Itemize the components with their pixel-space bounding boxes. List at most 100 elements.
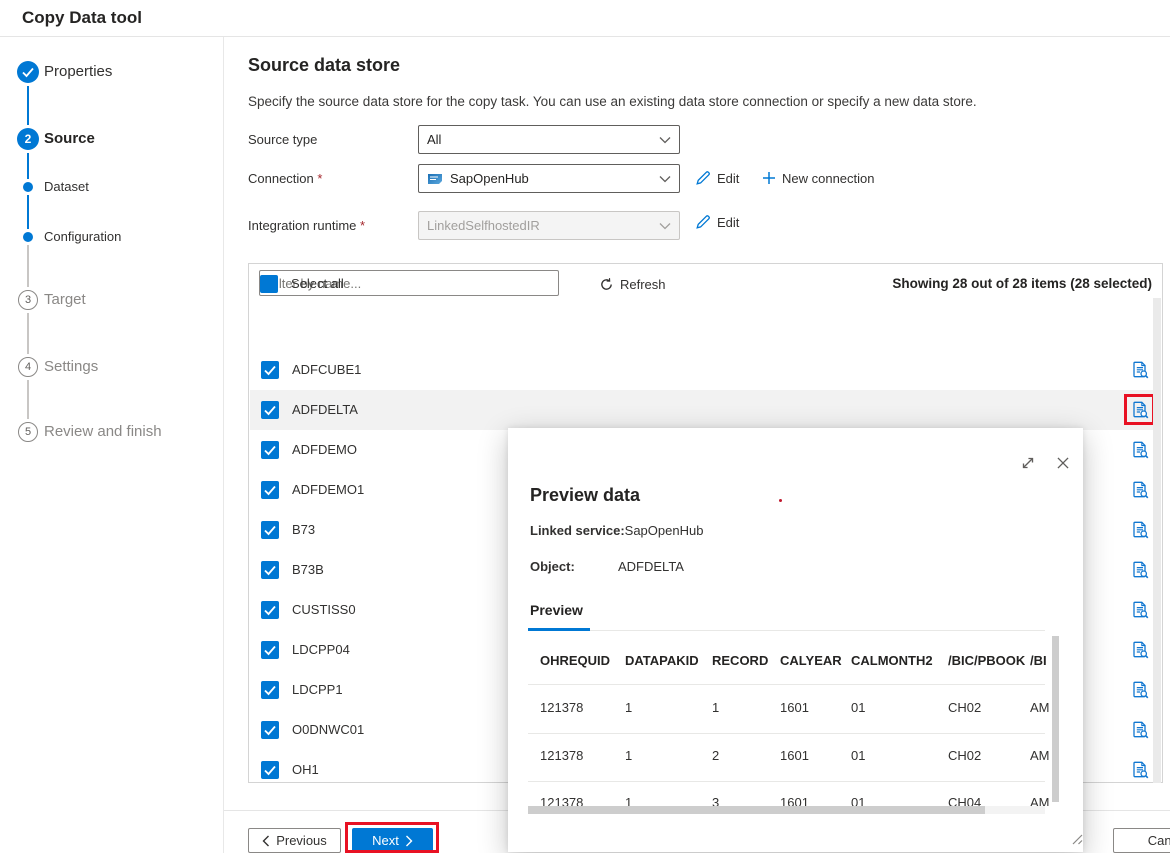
source-type-value: All (427, 132, 441, 147)
column-header: OHREQUID (540, 653, 620, 669)
step-marker-configuration[interactable] (23, 232, 33, 242)
new-connection-button[interactable]: New connection (762, 167, 875, 189)
sidebar-item-source[interactable]: Source (44, 128, 95, 150)
page-description: Specify the source data store for the co… (248, 94, 977, 109)
item-checkbox[interactable] (261, 721, 279, 739)
preview-data-icon (1130, 360, 1150, 380)
item-checkbox[interactable] (261, 681, 279, 699)
source-type-label: Source type (248, 132, 317, 147)
table-cell: CH02 (948, 748, 1025, 764)
connection-value: SapOpenHub (450, 171, 529, 186)
column-header: CALYEAR (780, 653, 846, 669)
sidebar-item-dataset[interactable]: Dataset (44, 176, 89, 198)
stray-dot (779, 499, 782, 502)
column-header: CALMONTH2 (851, 653, 943, 669)
step-marker-settings[interactable]: 4 (18, 357, 38, 377)
column-header: DATAPAKID (625, 653, 707, 669)
select-all-label: Select all (291, 276, 344, 291)
row-separator (528, 781, 1045, 782)
chevron-down-icon (659, 174, 671, 184)
item-checkbox[interactable] (261, 521, 279, 539)
table-cell: CH04 (948, 795, 1025, 806)
item-checkbox[interactable] (261, 601, 279, 619)
item-checkbox[interactable] (261, 561, 279, 579)
preview-data-icon (1130, 560, 1150, 580)
sidebar-item-target[interactable]: Target (44, 289, 86, 311)
preview-item-button[interactable] (1130, 480, 1150, 500)
resize-grip-icon[interactable] (1068, 830, 1084, 846)
table-cell: 01 (851, 795, 943, 806)
item-checkbox[interactable] (261, 361, 279, 379)
connection-select[interactable]: SapOpenHub (418, 164, 680, 193)
preview-item-button[interactable] (1130, 680, 1150, 700)
step-connector (27, 195, 29, 229)
preview-data-icon (1130, 640, 1150, 660)
preview-item-button[interactable] (1130, 560, 1150, 580)
preview-item-button[interactable] (1130, 360, 1150, 380)
item-checkbox[interactable] (261, 401, 279, 419)
tab-preview[interactable]: Preview (530, 602, 583, 618)
source-type-select[interactable]: All (418, 125, 680, 154)
cancel-button[interactable]: Cancel (1113, 828, 1170, 853)
preview-item-button[interactable] (1130, 520, 1150, 540)
expand-dialog-icon[interactable] (1019, 454, 1037, 472)
table-cell: 01 (851, 700, 943, 716)
step-marker-properties[interactable] (17, 61, 39, 83)
sap-bw-connector-icon (427, 172, 443, 185)
object-row: Object:ADFDELTA (530, 559, 684, 574)
preview-data-icon (1130, 680, 1150, 700)
chevron-left-icon (262, 835, 270, 847)
step-marker-dataset[interactable] (23, 182, 33, 192)
table-cell: 1601 (780, 748, 846, 764)
list-vertical-scrollbar[interactable] (1153, 298, 1161, 783)
preview-item-button[interactable] (1130, 600, 1150, 620)
sidebar-item-settings[interactable]: Settings (44, 356, 98, 378)
edit-integration-runtime-button[interactable]: Edit (695, 211, 739, 233)
sidebar-item-review-and-finish[interactable]: Review and finish (44, 421, 162, 443)
step-marker-review-and-finish[interactable]: 5 (18, 422, 38, 442)
item-checkbox[interactable] (261, 641, 279, 659)
preview-item-button[interactable] (1130, 760, 1150, 780)
preview-data-icon (1130, 440, 1150, 460)
step-marker-source[interactable]: 2 (17, 128, 39, 150)
preview-data-icon (1130, 720, 1150, 740)
preview-data-icon (1130, 600, 1150, 620)
item-label: ADFDELTA (292, 402, 358, 417)
preview-data-icon (1130, 520, 1150, 540)
integration-runtime-select: LinkedSelfhostedIR (418, 211, 680, 240)
step-marker-target[interactable]: 3 (18, 290, 38, 310)
item-label: ADFCUBE1 (292, 362, 361, 377)
close-dialog-icon[interactable] (1054, 454, 1072, 472)
table-cell: CH02 (948, 700, 1025, 716)
preview-table-horizontal-scrollbar[interactable] (528, 806, 985, 814)
table-cell: AM (1030, 795, 1052, 806)
checkmark-icon (261, 401, 279, 419)
checkmark-icon (19, 63, 37, 81)
item-checkbox[interactable] (261, 481, 279, 499)
item-checkbox[interactable] (261, 441, 279, 459)
preview-item-button[interactable] (1130, 440, 1150, 460)
linked-service-value: SapOpenHub (625, 523, 704, 538)
chevron-down-icon (659, 221, 671, 231)
preview-item-button[interactable] (1130, 720, 1150, 740)
table-cell: 1 (625, 748, 707, 764)
chevron-down-icon (659, 135, 671, 145)
select-all-checkbox[interactable] (260, 275, 278, 293)
checkmark-icon (261, 761, 279, 779)
row-separator (528, 733, 1045, 734)
item-label: B73 (292, 522, 315, 537)
table-cell: 1 (625, 700, 707, 716)
checkmark-icon (261, 441, 279, 459)
table-cell: 121378 (540, 748, 620, 764)
preview-item-button[interactable] (1130, 640, 1150, 660)
tab-bar-line (528, 630, 1045, 631)
table-cell: 1601 (780, 795, 846, 806)
previous-button[interactable]: Previous (248, 828, 341, 853)
item-checkbox[interactable] (261, 761, 279, 779)
preview-table-vertical-scrollbar[interactable] (1052, 636, 1059, 802)
sidebar-item-properties[interactable]: Properties (44, 61, 112, 83)
pencil-icon (695, 170, 711, 186)
edit-connection-button[interactable]: Edit (695, 167, 739, 189)
sidebar-item-configuration[interactable]: Configuration (44, 226, 121, 248)
preview-data-icon (1130, 480, 1150, 500)
